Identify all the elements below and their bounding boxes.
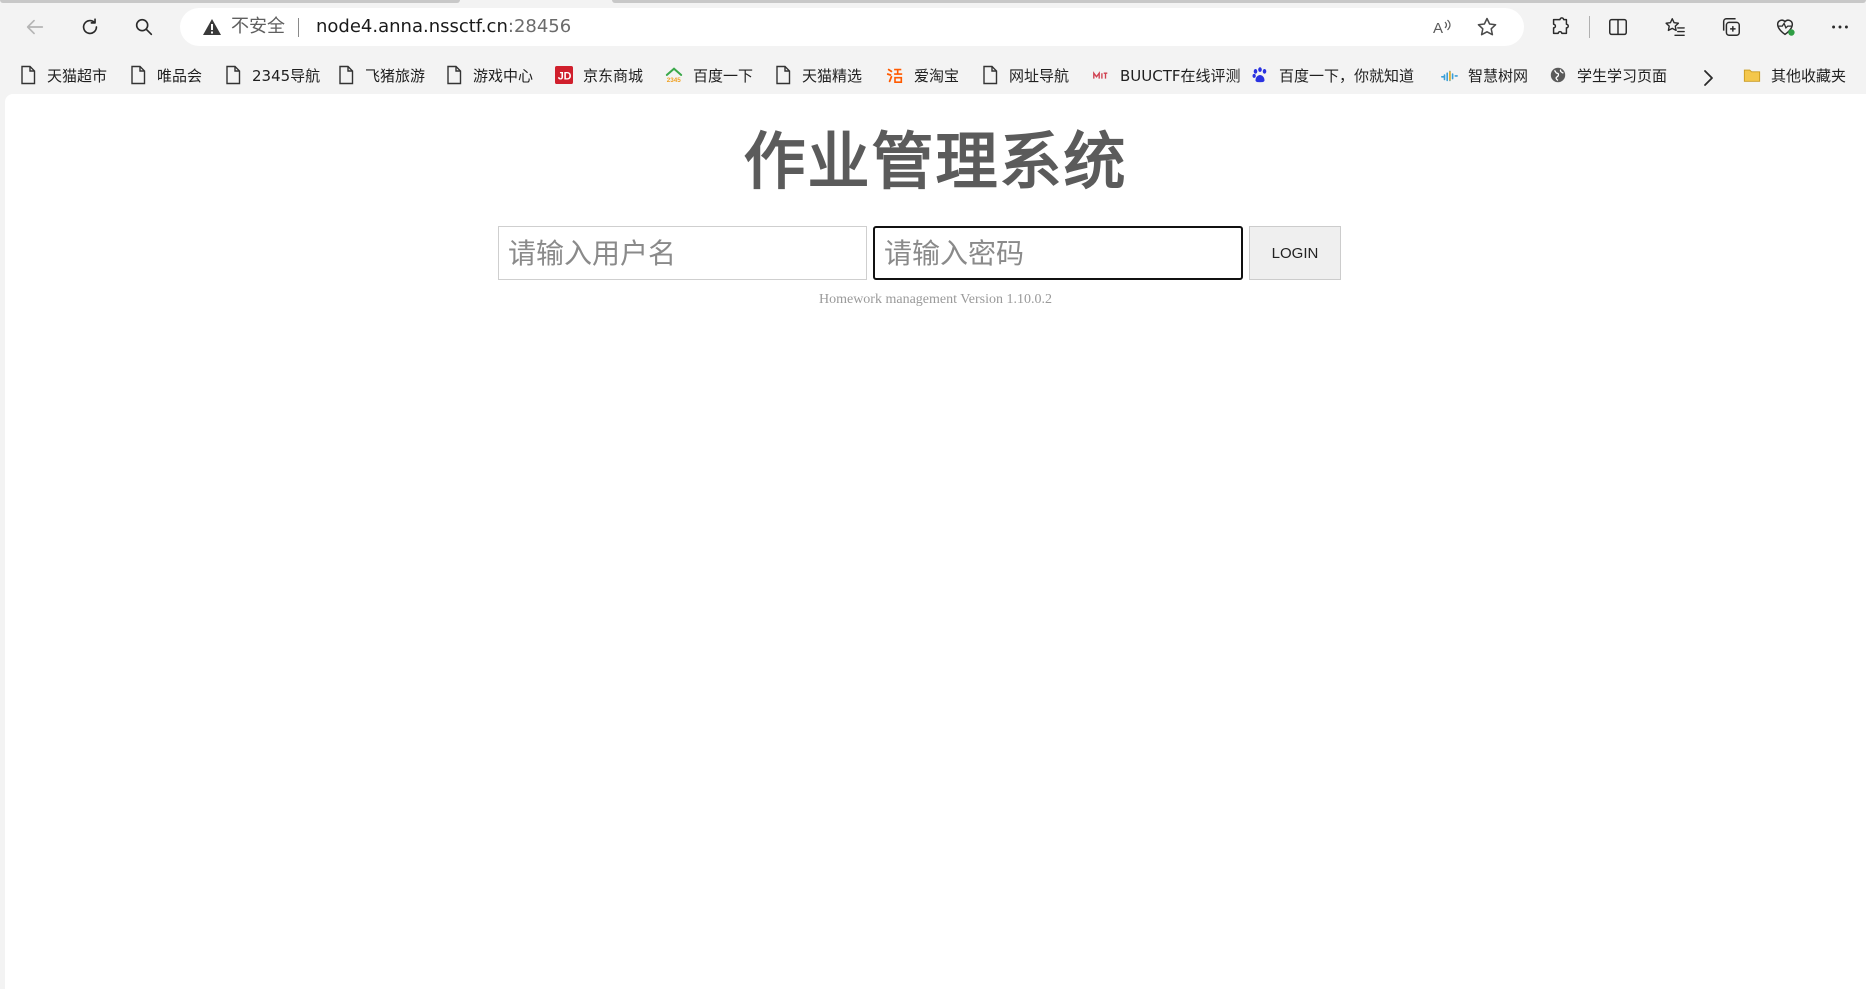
bookmark-label: 天猫超市 <box>47 66 108 85</box>
bookmark-label: 飞猪旅游 <box>365 66 426 85</box>
browser-toolbar: 不安全 node4.anna.nssctf.cn:28456 A <box>0 0 1866 54</box>
bookmark-url-nav[interactable]: 网址导航 <box>980 62 1069 88</box>
split-screen-button[interactable] <box>1603 12 1633 42</box>
bookmark-vip[interactable]: 唯品会 <box>128 62 202 88</box>
page-icon <box>18 65 38 85</box>
buuctf-logo-icon <box>1091 65 1111 85</box>
search-icon <box>135 18 153 36</box>
bookmark-label: 京东商城 <box>583 66 644 85</box>
bookmark-baidu-2345[interactable]: 2345 百度一下 <box>664 62 753 88</box>
login-button[interactable]: LOGIN <box>1249 226 1341 280</box>
bookmark-label: 2345导航 <box>252 66 321 85</box>
bookmark-student-learning[interactable]: 学生学习页面 <box>1548 62 1667 88</box>
baidu-paw-icon <box>1250 65 1270 85</box>
bookmark-tmall-select[interactable]: 天猫精选 <box>773 62 862 88</box>
globe-icon <box>1548 65 1568 85</box>
search-button[interactable] <box>126 9 162 45</box>
bookmark-label: BUUCTF在线评测 <box>1120 66 1241 85</box>
page-content: 作业管理系统 LOGIN Homework management Version… <box>5 94 1866 989</box>
bookmark-fliggy[interactable]: 飞猪旅游 <box>336 62 425 88</box>
settings-more-button[interactable] <box>1825 12 1855 42</box>
tab-strip-edge <box>0 0 460 3</box>
bookmark-label: 百度一下，你就知道 <box>1279 66 1415 85</box>
page-icon <box>223 65 243 85</box>
bookmark-label: 爱淘宝 <box>914 66 960 85</box>
zhihuishu-logo-icon <box>1439 65 1459 85</box>
address-divider <box>298 18 299 37</box>
2345-logo-icon: 2345 <box>664 65 684 85</box>
bookmark-label: 天猫精选 <box>802 66 863 85</box>
bookmark-2345-nav[interactable]: 2345导航 <box>223 62 320 88</box>
url-text[interactable]: node4.anna.nssctf.cn:28456 <box>316 16 571 38</box>
favorite-star-icon[interactable] <box>1476 16 1498 38</box>
address-bar[interactable]: 不安全 node4.anna.nssctf.cn:28456 A <box>180 8 1524 46</box>
bookmark-label: 智慧树网 <box>1468 66 1529 85</box>
browser-essentials-button[interactable] <box>1770 12 1800 42</box>
bookmark-buuctf[interactable]: BUUCTF在线评测 <box>1091 62 1241 88</box>
taobao-logo-icon <box>885 65 905 85</box>
bookmark-other-folder[interactable]: 其他收藏夹 <box>1742 62 1846 88</box>
refresh-icon <box>82 18 98 35</box>
page-icon <box>128 65 148 85</box>
read-aloud-icon[interactable]: A <box>1431 16 1453 38</box>
svg-text:2345: 2345 <box>667 77 682 84</box>
bookmark-label: 网址导航 <box>1009 66 1070 85</box>
bookmarks-bar: 天猫超市 唯品会 2345导航 飞猪旅游 游戏中心 JD 京东商城 2345 百… <box>0 54 1866 94</box>
svg-text:JD: JD <box>558 71 572 83</box>
page-icon <box>980 65 1000 85</box>
bookmark-label: 其他收藏夹 <box>1771 66 1847 85</box>
extensions-button[interactable] <box>1545 12 1575 42</box>
bookmark-aitaobao[interactable]: 爱淘宝 <box>885 62 959 88</box>
warning-icon[interactable] <box>202 17 222 37</box>
password-input[interactable] <box>873 226 1243 280</box>
favorites-button[interactable] <box>1660 12 1690 42</box>
username-input[interactable] <box>498 226 867 280</box>
refresh-button[interactable] <box>72 9 108 45</box>
bookmark-tmall-supermarket[interactable]: 天猫超市 <box>18 62 107 88</box>
back-button[interactable] <box>17 9 53 45</box>
bookmark-baidu[interactable]: 百度一下，你就知道 <box>1250 62 1414 88</box>
bookmark-game-center[interactable]: 游戏中心 <box>444 62 533 88</box>
security-label[interactable]: 不安全 <box>231 16 285 38</box>
page-icon <box>444 65 464 85</box>
puzzle-icon <box>1552 17 1569 35</box>
heart-pulse-icon <box>1776 19 1795 36</box>
bookmark-zhihuishu[interactable]: 智慧树网 <box>1439 62 1528 88</box>
toolbar-divider <box>1589 16 1590 38</box>
collections-icon <box>1722 18 1740 36</box>
tab-strip-edge-right <box>612 0 1866 3</box>
page-title: 作业管理系统 <box>743 125 1128 198</box>
bookmark-label: 游戏中心 <box>473 66 534 85</box>
page-icon <box>336 65 356 85</box>
more-dots-icon <box>1832 25 1848 29</box>
jd-logo-icon: JD <box>554 65 574 85</box>
split-screen-icon <box>1609 18 1627 36</box>
favorites-list-icon <box>1665 18 1685 36</box>
arrow-left-icon <box>26 19 44 35</box>
bookmark-label: 学生学习页面 <box>1577 66 1668 85</box>
page-icon <box>773 65 793 85</box>
url-host: node4.anna.nssctf.cn <box>316 16 508 37</box>
folder-icon <box>1742 65 1762 85</box>
chevron-right-icon[interactable] <box>1696 66 1720 90</box>
bookmark-label: 唯品会 <box>157 66 203 85</box>
version-text: Homework management Version 1.10.0.2 <box>818 292 1053 307</box>
bookmark-jd[interactable]: JD 京东商城 <box>554 62 643 88</box>
url-port: :28456 <box>507 16 572 37</box>
collections-button[interactable] <box>1716 12 1746 42</box>
svg-text:A: A <box>1433 20 1443 37</box>
bookmark-label: 百度一下 <box>693 66 754 85</box>
